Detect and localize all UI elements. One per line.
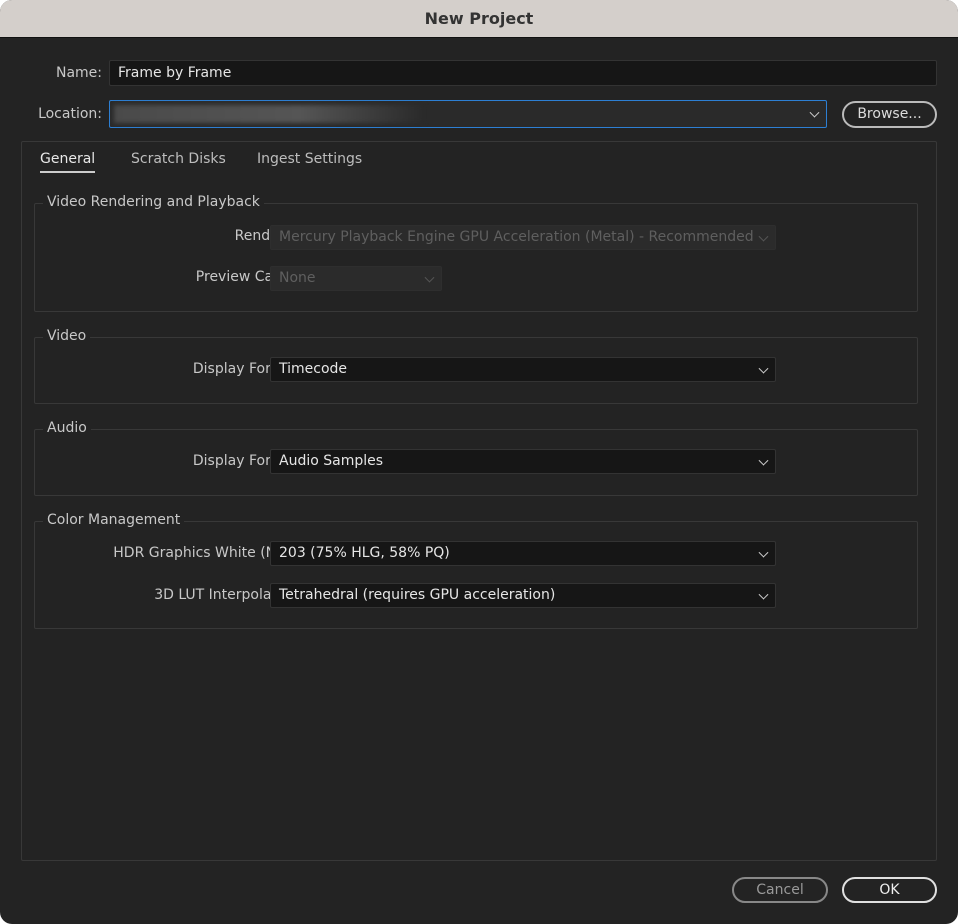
tab-ingest-settings[interactable]: Ingest Settings [257, 151, 362, 167]
group-title: Audio [43, 420, 91, 436]
browse-button[interactable]: Browse... [842, 101, 937, 128]
window-title: New Project [0, 0, 958, 38]
tab-general[interactable]: General [40, 151, 96, 173]
cancel-button[interactable]: Cancel [732, 877, 828, 903]
location-label: Location: [38, 106, 102, 122]
new-project-dialog: New Project Name: Frame by Frame Locatio… [0, 0, 958, 924]
location-dropdown[interactable] [109, 100, 827, 128]
group-title: Video Rendering and Playback [43, 194, 264, 210]
name-input[interactable]: Frame by Frame [109, 60, 937, 86]
chevron-down-icon [758, 363, 769, 374]
group-video-rendering: Video Rendering and Playback [34, 194, 918, 312]
chevron-down-icon [424, 272, 435, 283]
tab-scratch-disks[interactable]: Scratch Disks [131, 151, 226, 167]
location-blurred-path [114, 105, 424, 123]
group-color-management: Color Management [34, 512, 918, 629]
name-value: Frame by Frame [118, 65, 232, 81]
chevron-down-icon [758, 455, 769, 466]
ok-button[interactable]: OK [842, 877, 937, 903]
group-title: Color Management [43, 512, 185, 528]
lut-interpolation-select[interactable]: Tetrahedral (requires GPU acceleration) [270, 583, 776, 608]
preview-cache-select: None [270, 266, 442, 291]
chevron-down-icon [758, 547, 769, 558]
chevron-down-icon [809, 107, 820, 118]
video-display-format-select[interactable]: Timecode [270, 357, 776, 382]
renderer-select: Mercury Playback Engine GPU Acceleration… [270, 225, 776, 250]
chevron-down-icon [758, 231, 769, 242]
chevron-down-icon [758, 589, 769, 600]
hdr-white-select[interactable]: 203 (75% HLG, 58% PQ) [270, 541, 776, 566]
group-title: Video [43, 328, 91, 344]
name-label: Name: [55, 65, 102, 81]
audio-display-format-select[interactable]: Audio Samples [270, 449, 776, 474]
